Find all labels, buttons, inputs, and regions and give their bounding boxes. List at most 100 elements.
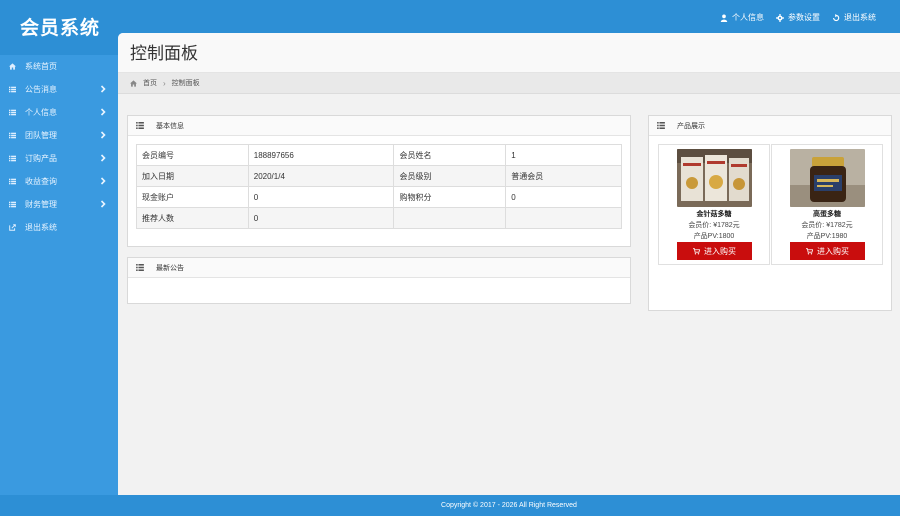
basic-info-title: 基本信息 (156, 122, 184, 130)
settings-link[interactable]: 参数设置 (776, 12, 820, 23)
empty-cell (505, 207, 622, 229)
sidebar-item-team[interactable]: 团队管理 (0, 124, 118, 147)
sidebar-item-logout[interactable]: 退出系统 (0, 216, 118, 239)
referrals-label: 推荐人数 (136, 207, 249, 229)
user-icon (720, 14, 728, 22)
sidebar-item-profile[interactable]: 个人信息 (0, 101, 118, 124)
main-content: 控制面板 首页 › 控制面板 基本信息 会员编号 188897656 会员姓名 … (118, 33, 900, 495)
sidebar-item-label: 团队管理 (25, 131, 57, 140)
shopping-points-value: 0 (505, 186, 622, 208)
list-icon (136, 122, 144, 129)
sidebar-item-order[interactable]: 订购产品 (0, 147, 118, 170)
sidebar-item-label: 收益查询 (25, 177, 57, 186)
product-pv: 产品PV:1800 (693, 233, 735, 240)
cart-icon (806, 247, 813, 255)
shopping-points-label: 购物积分 (393, 186, 507, 208)
logout-icon (9, 224, 16, 231)
breadcrumb-separator: › (163, 78, 166, 88)
products-panel: 产品展示 金针菇多糖 会员价: ¥1782元 产品PV:1800 进入购买 高蛋… (648, 115, 892, 311)
list-icon (9, 109, 16, 116)
buy-button-label: 进入购买 (704, 246, 736, 256)
chevron-right-icon (100, 177, 106, 185)
gear-icon (776, 13, 784, 22)
breadcrumb-home-link[interactable]: 首页 (143, 78, 157, 88)
basic-info-panel: 基本信息 会员编号 188897656 会员姓名 1 加入日期 2020/1/4… (127, 115, 631, 247)
copyright-text: Copyright © 2017 - 2026 All Right Reserv… (441, 502, 577, 509)
sidebar-item-earnings[interactable]: 收益查询 (0, 170, 118, 193)
logout-link[interactable]: 退出系统 (832, 12, 876, 23)
member-level-label: 会员级别 (393, 165, 507, 187)
basic-info-header: 基本信息 (128, 116, 630, 136)
member-level-value: 普通会员 (505, 165, 622, 187)
product-price: 会员价: ¥1782元 (801, 222, 853, 229)
chevron-right-icon (100, 85, 106, 93)
sidebar-item-label: 个人信息 (25, 108, 57, 117)
notice-panel: 最新公告 (127, 257, 631, 304)
sidebar-item-label: 公告消息 (25, 85, 57, 94)
sidebar-item-home[interactable]: 系统首页 (0, 55, 118, 78)
chevron-right-icon (100, 154, 106, 162)
cash-account-value: 0 (247, 186, 395, 208)
sidebar-item-label: 退出系统 (25, 223, 57, 232)
page-title: 控制面板 (130, 44, 198, 63)
sidebar-item-label: 财务管理 (25, 200, 57, 209)
chevron-right-icon (100, 131, 106, 139)
member-id-label: 会员编号 (136, 144, 249, 166)
referrals-value: 0 (247, 207, 395, 229)
buy-button[interactable]: 进入购买 (677, 242, 752, 260)
join-date-value: 2020/1/4 (247, 165, 395, 187)
breadcrumb-current: 控制面板 (171, 80, 200, 87)
product-pv: 产品PV:1980 (806, 233, 848, 240)
logout-link-label: 退出系统 (844, 13, 876, 22)
product-card: 金针菇多糖 会员价: ¥1782元 产品PV:1800 进入购买 (658, 144, 770, 265)
sidebar: 系统首页 公告消息 个人信息 团队管理 订购产品 收益查询 财务管理 退出系统 (0, 55, 118, 495)
footer: Copyright © 2017 - 2026 All Right Reserv… (118, 495, 900, 516)
home-icon (130, 79, 137, 87)
product-card: 高蛋多糖 会员价: ¥1782元 产品PV:1980 进入购买 (771, 144, 883, 265)
list-icon (657, 122, 665, 129)
member-id-value: 188897656 (247, 144, 395, 166)
profile-link-label: 个人信息 (732, 13, 764, 22)
profile-link[interactable]: 个人信息 (720, 12, 764, 23)
product-price: 会员价: ¥1782元 (688, 222, 740, 229)
app-logo: 会员系统 (20, 18, 101, 39)
table-row: 加入日期 2020/1/4 会员级别 普通会员 (136, 165, 622, 187)
page-header: 控制面板 (118, 33, 900, 73)
product-box-image[interactable] (677, 149, 752, 207)
products-header: 产品展示 (649, 116, 891, 136)
member-name-label: 会员姓名 (393, 144, 507, 166)
list-icon (136, 264, 144, 271)
buy-button-label: 进入购买 (817, 246, 849, 256)
table-row: 推荐人数 0 (136, 207, 622, 229)
top-nav: 个人信息 参数设置 退出系统 (720, 12, 876, 23)
products-title: 产品展示 (677, 122, 705, 130)
member-name-value: 1 (505, 144, 622, 166)
list-icon (9, 178, 16, 185)
notice-header: 最新公告 (128, 258, 630, 278)
logout-icon (833, 13, 840, 21)
sidebar-item-label: 订购产品 (25, 154, 57, 163)
sidebar-item-notices[interactable]: 公告消息 (0, 78, 118, 101)
join-date-label: 加入日期 (136, 165, 249, 187)
chevron-right-icon (100, 200, 106, 208)
empty-cell (393, 207, 507, 229)
chevron-right-icon (100, 108, 106, 116)
list-icon (9, 132, 16, 139)
notice-title: 最新公告 (156, 264, 184, 272)
breadcrumb: 首页 › 控制面板 (118, 73, 900, 94)
sidebar-item-finance[interactable]: 财务管理 (0, 193, 118, 216)
product-name: 金针菇多糖 (696, 211, 732, 218)
list-icon (9, 86, 16, 93)
cart-icon (693, 247, 700, 255)
buy-button[interactable]: 进入购买 (790, 242, 865, 260)
table-row: 现金账户 0 购物积分 0 (136, 186, 622, 208)
table-row: 会员编号 188897656 会员姓名 1 (136, 144, 622, 166)
list-icon (9, 201, 16, 208)
product-jar-image[interactable] (790, 149, 865, 207)
sidebar-item-label: 系统首页 (25, 62, 57, 71)
basic-info-table: 会员编号 188897656 会员姓名 1 加入日期 2020/1/4 会员级别… (136, 144, 622, 229)
product-name: 高蛋多糖 (813, 211, 841, 218)
list-icon (9, 155, 16, 162)
home-icon (9, 63, 16, 70)
cash-account-label: 现金账户 (136, 186, 249, 208)
